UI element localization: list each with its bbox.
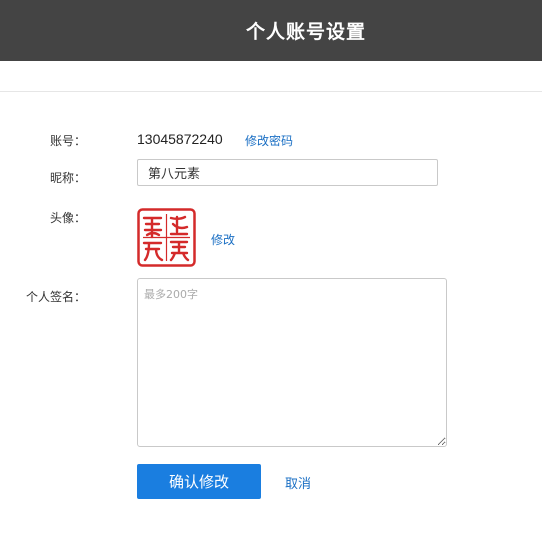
avatar [137,208,196,267]
account-label: 账号： [49,134,86,148]
confirm-button[interactable]: 确认修改 [137,464,261,499]
signature-label: 个人签名： [25,290,86,304]
nickname-input[interactable] [137,159,438,186]
edit-avatar-link[interactable]: 修改 [211,231,235,248]
seal-avatar-icon [137,208,196,267]
page-header: 个人账号设置 [0,0,542,61]
cancel-link[interactable]: 取消 [285,473,311,492]
nickname-label: 昵称： [49,171,86,185]
signature-textarea[interactable] [137,278,447,447]
header-divider [0,91,542,92]
page-title: 个人账号设置 [245,21,366,43]
account-value: 13045872240 [137,131,223,147]
change-password-link[interactable]: 修改密码 [245,132,293,149]
avatar-label: 头像： [49,211,86,225]
